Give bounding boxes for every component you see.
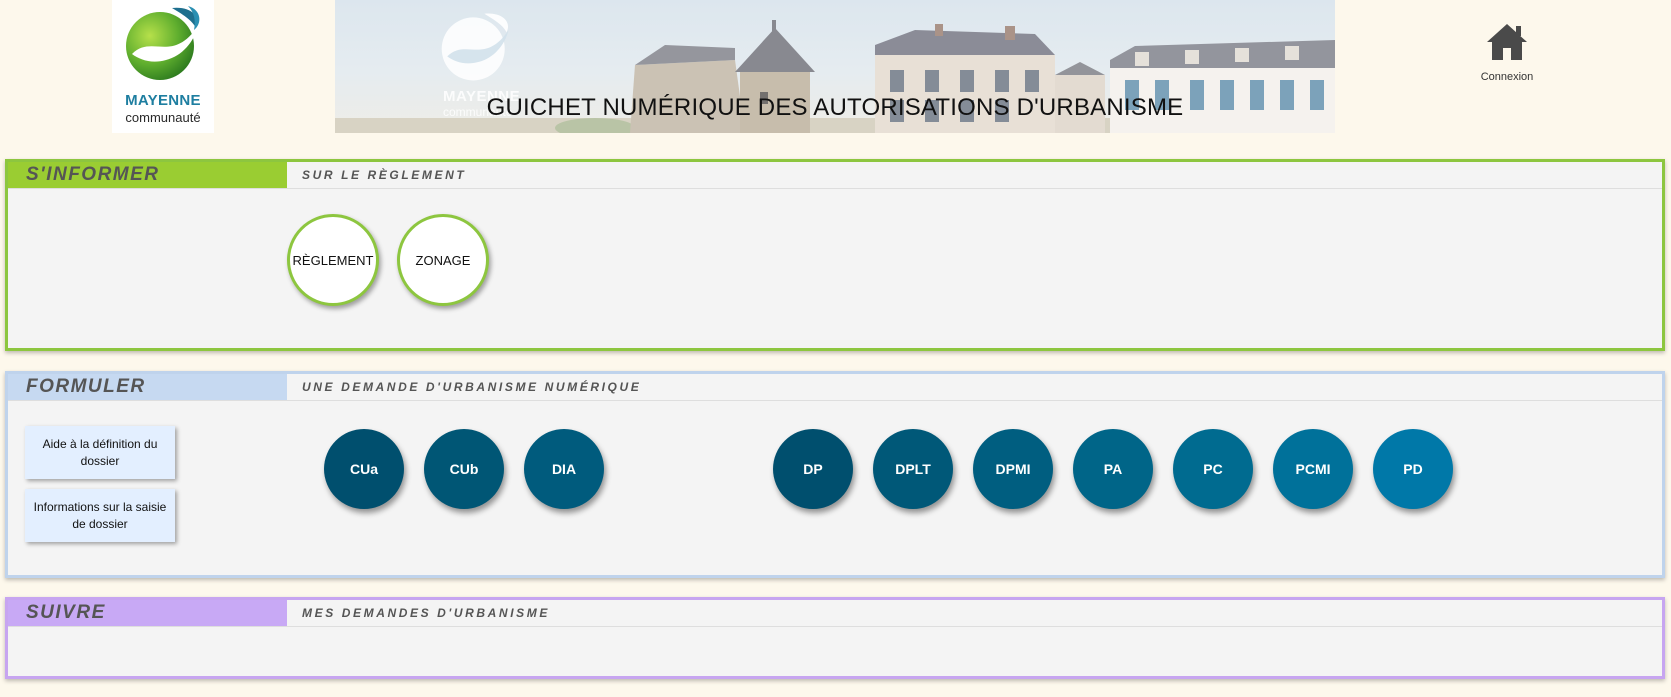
section-informer-header: S'INFORMER SUR LE RÈGLEMENT [8, 162, 1662, 189]
login-link[interactable]: Connexion [1467, 22, 1547, 86]
section-informer-subtitle: SUR LE RÈGLEMENT [302, 168, 467, 182]
demand-button-cua[interactable]: CUa [324, 429, 404, 509]
section-suivre-title: SUIVRE [8, 600, 287, 626]
demand-button-pa[interactable]: PA [1073, 429, 1153, 509]
section-suivre-subtitle: MES DEMANDES D'URBANISME [302, 606, 550, 620]
mayenne-logo: MAYENNE communauté [112, 0, 214, 133]
section-suivre: SUIVRE MES DEMANDES D'URBANISME [5, 597, 1665, 679]
section-formuler-header: FORMULER UNE DEMANDE D'URBANISME NUMÉRIQ… [8, 374, 1662, 401]
demand-button-cub[interactable]: CUb [424, 429, 504, 509]
reglement-button[interactable]: RÈGLEMENT [287, 214, 379, 306]
header-banner: MAYENNE communauté GUICHET NUMÉRIQUE DES… [335, 0, 1335, 133]
demand-button-dp[interactable]: DP [773, 429, 853, 509]
demand-button-dplt[interactable]: DPLT [873, 429, 953, 509]
demand-button-pcmi[interactable]: PCMI [1273, 429, 1353, 509]
mayenne-logo-icon [126, 6, 200, 80]
login-label: Connexion [1480, 71, 1534, 83]
logo-subtitle: communauté [125, 110, 201, 125]
section-informer: S'INFORMER SUR LE RÈGLEMENT RÈGLEMENT ZO… [5, 159, 1665, 351]
section-formuler: FORMULER UNE DEMANDE D'URBANISME NUMÉRIQ… [5, 371, 1665, 578]
section-suivre-header: SUIVRE MES DEMANDES D'URBANISME [8, 600, 1662, 627]
informations-saisie-button[interactable]: Informations sur la saisie de dossier [25, 489, 175, 542]
banner-logo-icon [441, 13, 509, 81]
section-informer-title: S'INFORMER [8, 162, 287, 188]
demand-button-dia[interactable]: DIA [524, 429, 604, 509]
page-header: MAYENNE communauté MAYENNE communauté GU… [0, 0, 1671, 134]
aide-definition-button[interactable]: Aide à la définition du dossier [25, 426, 175, 479]
section-formuler-title: FORMULER [8, 374, 287, 400]
page-title: GUICHET NUMÉRIQUE DES AUTORISATIONS D'UR… [486, 94, 1184, 121]
home-icon [1487, 24, 1527, 60]
zonage-button[interactable]: ZONAGE [397, 214, 489, 306]
demand-button-pd[interactable]: PD [1373, 429, 1453, 509]
logo-title: MAYENNE [125, 92, 201, 109]
section-formuler-subtitle: UNE DEMANDE D'URBANISME NUMÉRIQUE [302, 380, 642, 394]
demand-button-pc[interactable]: PC [1173, 429, 1253, 509]
demand-button-dpmi[interactable]: DPMI [973, 429, 1053, 509]
